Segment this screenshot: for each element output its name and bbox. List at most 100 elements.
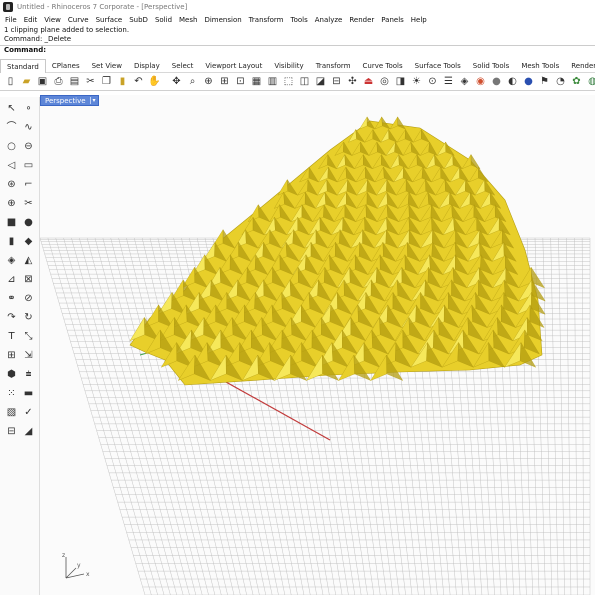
menu-view[interactable]: View	[44, 16, 61, 24]
tab-surface-tools[interactable]: Surface Tools	[409, 59, 467, 73]
offset-icon[interactable]: ⊕	[4, 196, 19, 211]
menu-edit[interactable]: Edit	[24, 16, 38, 24]
object-properties-icon[interactable]: ☰	[442, 75, 455, 88]
new-file-icon[interactable]: ▯	[4, 75, 17, 88]
camera-icon[interactable]: ◎	[378, 75, 391, 88]
undo-icon[interactable]: ↶	[132, 75, 145, 88]
pan-icon[interactable]: ⊙	[426, 75, 439, 88]
menu-surface[interactable]: Surface	[96, 16, 123, 24]
viewport-title-tab[interactable]: Perspective ▾	[40, 95, 99, 106]
menu-render[interactable]: Render	[349, 16, 374, 24]
analyze-icon[interactable]: ◈	[458, 75, 471, 88]
menu-curve[interactable]: Curve	[68, 16, 89, 24]
tab-display[interactable]: Display	[128, 59, 166, 73]
zoom-icon[interactable]: ⌕	[186, 75, 199, 88]
text-object-icon[interactable]: T	[4, 329, 19, 344]
menu-help[interactable]: Help	[411, 16, 427, 24]
hide-objects-icon[interactable]: ◪	[314, 75, 327, 88]
zoom-window-icon[interactable]: ⊕	[202, 75, 215, 88]
globe-icon[interactable]: ◍	[586, 75, 595, 88]
select-arrow-icon[interactable]: ↖	[4, 101, 19, 116]
point-icon[interactable]: ∘	[21, 101, 36, 116]
rendered-display-icon[interactable]: ●	[522, 75, 535, 88]
render-icon[interactable]: ◔	[554, 75, 567, 88]
move-object-icon[interactable]: ↷	[4, 310, 19, 325]
dimension-icon[interactable]: ⊞	[4, 348, 19, 363]
car-icon[interactable]: ⏏	[362, 75, 375, 88]
print-icon[interactable]: ⎙	[52, 75, 65, 88]
menu-transform[interactable]: Transform	[249, 16, 284, 24]
menu-panels[interactable]: Panels	[381, 16, 404, 24]
viewport-canvas[interactable]: z x y	[40, 95, 595, 595]
select-all-icon[interactable]: ⬚	[282, 75, 295, 88]
material-icon[interactable]: ◐	[506, 75, 519, 88]
block-icon[interactable]: ▧	[4, 405, 19, 420]
polygon-icon[interactable]: ⊛	[4, 177, 19, 192]
menu-subd[interactable]: SubD	[129, 16, 148, 24]
paste-icon[interactable]: ▮	[116, 75, 129, 88]
menu-file[interactable]: File	[5, 16, 17, 24]
point-grid-icon[interactable]: ⁙	[4, 386, 19, 401]
show-objects-icon[interactable]: ◫	[298, 75, 311, 88]
menu-mesh[interactable]: Mesh	[179, 16, 197, 24]
folded-shell-model[interactable]	[129, 116, 546, 386]
tab-solid-tools[interactable]: Solid Tools	[467, 59, 516, 73]
tab-visibility[interactable]: Visibility	[268, 59, 309, 73]
paint-icon[interactable]: ◢	[21, 424, 36, 439]
menu-dimension[interactable]: Dimension	[204, 16, 241, 24]
tab-mesh-tools[interactable]: Mesh Tools	[515, 59, 565, 73]
boolean-union-icon[interactable]: ◈	[4, 253, 19, 268]
cplane-icon[interactable]: ▥	[266, 75, 279, 88]
circle-icon[interactable]: ○	[4, 139, 19, 154]
menu-tools[interactable]: Tools	[291, 16, 308, 24]
surface-from-curves-icon[interactable]: ◭	[21, 253, 36, 268]
rectangle-icon[interactable]: ▭	[21, 158, 36, 173]
tab-curve-tools[interactable]: Curve Tools	[357, 59, 409, 73]
zoom-selected-icon[interactable]: ⊡	[234, 75, 247, 88]
box-solid-icon[interactable]: ■	[4, 215, 19, 230]
extrude-icon[interactable]: ◆	[21, 234, 36, 249]
tab-select[interactable]: Select	[166, 59, 200, 73]
arc-icon[interactable]: ◁	[4, 158, 19, 173]
copy-icon[interactable]: ❐	[100, 75, 113, 88]
scale-object-icon[interactable]: ⤡	[21, 329, 36, 344]
trim-icon[interactable]: ✂	[21, 196, 36, 211]
pan-hand-icon[interactable]: ✋	[148, 75, 161, 88]
pointer-options-icon[interactable]: ⚑	[538, 75, 551, 88]
rotate-object-icon[interactable]: ↻	[21, 310, 36, 325]
menu-analyze[interactable]: Analyze	[315, 16, 343, 24]
move-icon[interactable]: ✣	[346, 75, 359, 88]
explode-icon[interactable]: ⊠	[21, 272, 36, 287]
lightbulb-icon[interactable]: ☀	[410, 75, 423, 88]
perspective-viewport[interactable]: z x y Perspective ▾	[40, 95, 595, 595]
four-viewports-icon[interactable]: ▦	[250, 75, 263, 88]
align-icon[interactable]: ⩧	[21, 367, 36, 382]
layer-icon[interactable]: ◨	[394, 75, 407, 88]
tab-set-view[interactable]: Set View	[86, 59, 128, 73]
tab-viewport-layout[interactable]: Viewport Layout	[199, 59, 268, 73]
command-prompt-input[interactable]: Command:	[0, 45, 595, 54]
array-icon[interactable]: ⇲	[21, 348, 36, 363]
zoom-extents-icon[interactable]: ⊞	[218, 75, 231, 88]
sphere-solid-icon[interactable]: ●	[21, 215, 36, 230]
cylinder-solid-icon[interactable]: ▮	[4, 234, 19, 249]
group-icon[interactable]: ⊟	[4, 424, 19, 439]
curve-icon[interactable]: ∿	[21, 120, 36, 135]
mesh-icon[interactable]: ⊿	[4, 272, 19, 287]
cage-edit-icon[interactable]: ⬢	[4, 367, 19, 382]
check-icon[interactable]: ✓	[21, 405, 36, 420]
save-icon[interactable]: ▣	[36, 75, 49, 88]
history-icon[interactable]: ▬	[21, 386, 36, 401]
tab-transform[interactable]: Transform	[310, 59, 357, 73]
viewport-menu-dropdown-icon[interactable]: ▾	[89, 97, 96, 104]
rotate-view-icon[interactable]: ✥	[170, 75, 183, 88]
tab-standard[interactable]: Standard	[0, 58, 46, 73]
tab-cplanes[interactable]: CPlanes	[46, 59, 86, 73]
join-icon[interactable]: ⚭	[4, 291, 19, 306]
ellipse-icon[interactable]: ⊖	[21, 139, 36, 154]
menu-solid[interactable]: Solid	[155, 16, 172, 24]
split-icon[interactable]: ⊘	[21, 291, 36, 306]
lock-objects-icon[interactable]: ⊟	[330, 75, 343, 88]
polyline-icon[interactable]: ⌒	[4, 120, 19, 135]
save-as-template-icon[interactable]: ▤	[68, 75, 81, 88]
